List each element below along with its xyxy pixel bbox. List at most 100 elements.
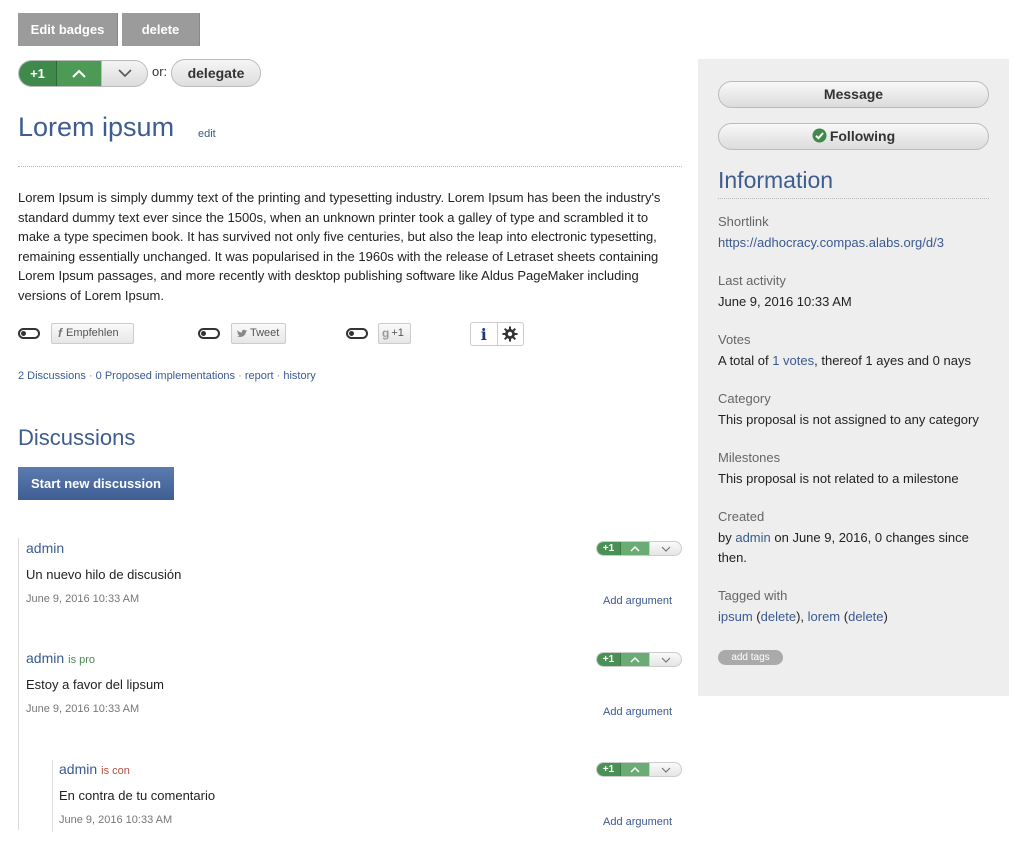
info-icon: i: [480, 324, 487, 344]
chevron-up-icon: [630, 766, 640, 772]
comment-header: admin is con: [59, 761, 130, 777]
add-tags-button[interactable]: add tags: [718, 650, 783, 665]
milestones-label: Milestones: [718, 450, 781, 465]
vote-score: +1: [19, 61, 56, 86]
twitter-share-button[interactable]: Tweet: [231, 323, 286, 344]
comment-author[interactable]: admin: [59, 761, 97, 777]
shortlink-link[interactable]: https://adhocracy.compas.alabs.org/d/3: [718, 233, 993, 253]
gplus-share-button[interactable]: g +1: [378, 323, 411, 344]
facebook-icon: f: [58, 326, 62, 340]
delete-button[interactable]: delete: [122, 13, 200, 46]
chevron-down-icon: [661, 767, 670, 773]
implementations-link[interactable]: 0 Proposed implementations: [96, 370, 235, 382]
chevron-up-icon: [630, 545, 640, 551]
votes-label: Votes: [718, 332, 751, 347]
information-divider: [718, 198, 989, 199]
comment-date: June 9, 2016 10:33 AM: [59, 814, 173, 826]
comment-text: Un nuevo hilo de discusión: [26, 567, 182, 582]
vote-score: +1: [597, 653, 620, 666]
start-discussion-button[interactable]: Start new discussion: [18, 467, 174, 500]
milestones-value: This proposal is not related to a milest…: [718, 471, 959, 486]
comment-author[interactable]: admin: [26, 650, 64, 666]
page-title: Lorem ipsum: [18, 112, 175, 142]
tag-delete-link[interactable]: delete: [848, 609, 883, 624]
vote-up-button[interactable]: [56, 61, 101, 86]
facebook-privacy-toggle[interactable]: [18, 328, 40, 339]
vote-up-button[interactable]: [620, 653, 649, 666]
comment-header: admin is pro: [26, 650, 95, 666]
vote-down-button[interactable]: [649, 653, 681, 666]
message-button[interactable]: Message: [718, 81, 989, 108]
tag-link[interactable]: ipsum: [718, 609, 753, 624]
chevron-up-icon: [630, 656, 640, 662]
tag-link[interactable]: lorem: [808, 609, 841, 624]
following-label: Following: [829, 128, 896, 144]
twitter-share-label: Tweet: [250, 327, 280, 339]
thread-line: [52, 760, 53, 832]
vote-score: +1: [597, 542, 620, 555]
vote-down-button[interactable]: [649, 763, 681, 776]
comment-vote-widget: +1: [596, 652, 682, 667]
gplus-privacy-toggle[interactable]: [346, 328, 368, 339]
info-button[interactable]: i: [471, 323, 497, 345]
gplus-icon: g: [382, 326, 390, 340]
add-argument-link[interactable]: Add argument: [603, 706, 672, 718]
delegate-button[interactable]: delegate: [171, 59, 261, 87]
proposal-vote-widget: +1: [18, 60, 148, 87]
pro-badge: is pro: [68, 654, 96, 666]
comment-vote-widget: +1: [596, 541, 682, 556]
tags-list: ipsum (delete), lorem (delete): [718, 609, 888, 624]
twitter-icon: [237, 329, 248, 337]
title-divider: [18, 166, 682, 167]
or-label: or:: [152, 64, 168, 79]
last-activity-label: Last activity: [718, 273, 786, 288]
chevron-down-icon: [661, 657, 670, 663]
vote-down-button[interactable]: [649, 542, 681, 555]
created-value: by admin on June 9, 2016, 0 changes sinc…: [718, 530, 969, 565]
report-link[interactable]: report: [245, 370, 274, 382]
vote-up-button[interactable]: [620, 763, 649, 776]
edit-badges-button[interactable]: Edit badges: [18, 13, 118, 46]
comment-text: En contra de tu comentario: [59, 788, 216, 803]
last-activity-value: June 9, 2016 10:33 AM: [718, 294, 852, 309]
check-circle-icon: [812, 128, 827, 143]
con-badge: is con: [101, 765, 130, 777]
following-button[interactable]: Following: [718, 123, 989, 150]
comment-vote-widget: +1: [596, 762, 682, 777]
chevron-up-icon: [72, 69, 86, 78]
tagged-label: Tagged with: [718, 588, 788, 603]
category-label: Category: [718, 391, 771, 406]
discussions-heading: Discussions: [18, 425, 136, 450]
twitter-privacy-toggle[interactable]: [198, 328, 220, 339]
vote-up-button[interactable]: [620, 542, 649, 555]
proposal-links: 2 Discussions · 0 Proposed implementatio…: [18, 370, 316, 382]
vote-score: +1: [597, 763, 620, 776]
chevron-down-icon: [117, 69, 132, 78]
edit-title-link[interactable]: edit: [198, 128, 216, 140]
add-argument-link[interactable]: Add argument: [603, 816, 672, 828]
settings-button[interactable]: [496, 323, 524, 345]
comment-author[interactable]: admin: [26, 540, 64, 556]
discussions-link[interactable]: 2 Discussions: [18, 370, 86, 382]
add-argument-link[interactable]: Add argument: [603, 595, 672, 607]
comment-date: June 9, 2016 10:33 AM: [26, 593, 140, 605]
created-label: Created: [718, 509, 765, 524]
vote-down-button[interactable]: [101, 61, 147, 86]
history-link[interactable]: history: [283, 370, 315, 382]
shortlink-label: Shortlink: [718, 214, 769, 229]
sidebar: Message Following Information Shortlink …: [698, 59, 1009, 696]
facebook-share-button[interactable]: f Empfehlen: [51, 323, 134, 344]
thread-line: [18, 538, 19, 830]
created-author-link[interactable]: admin: [735, 530, 770, 545]
gplus-share-label: +1: [391, 327, 404, 339]
tag-delete-link[interactable]: delete: [761, 609, 796, 624]
votes-value: A total of 1 votes, thereof 1 ayes and 0…: [718, 353, 971, 368]
chevron-down-icon: [661, 546, 670, 552]
facebook-share-label: Empfehlen: [66, 327, 119, 339]
votes-link[interactable]: 1 votes: [772, 353, 814, 368]
category-value: This proposal is not assigned to any cat…: [718, 412, 979, 427]
comment-text: Estoy a favor del lipsum: [26, 677, 165, 692]
gear-icon: [502, 326, 518, 342]
comment-date: June 9, 2016 10:33 AM: [26, 703, 140, 715]
share-tools: i: [470, 322, 524, 346]
